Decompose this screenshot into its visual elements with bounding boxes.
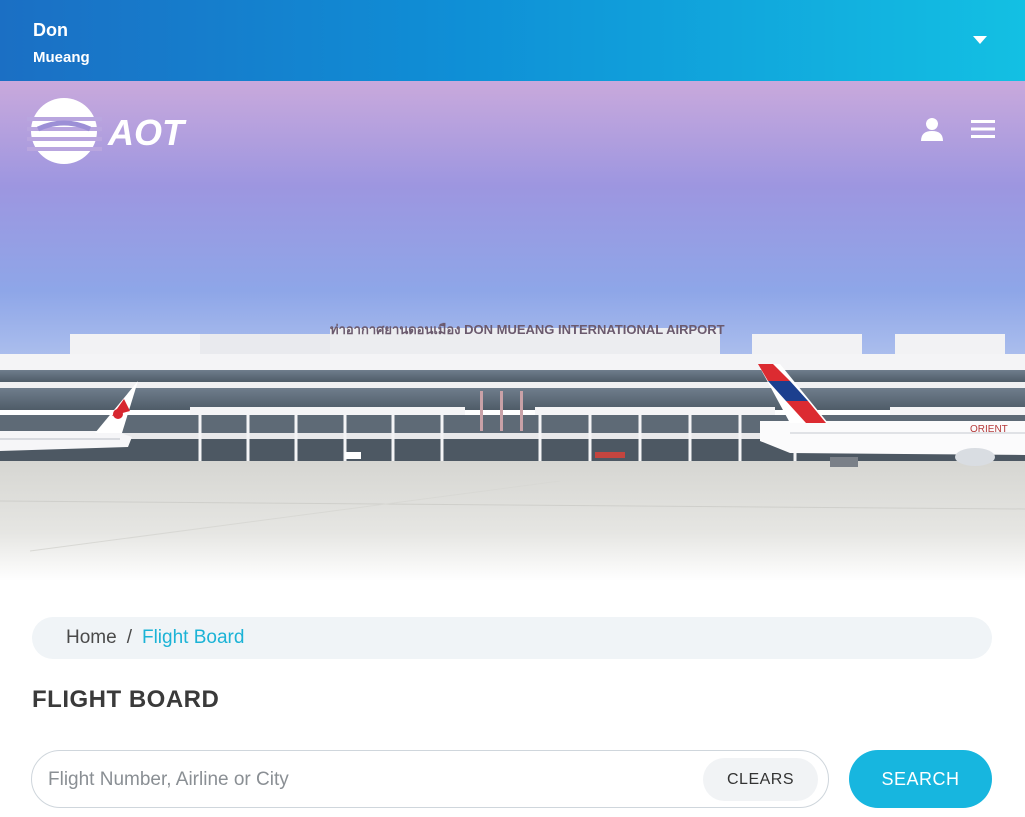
- terminal-sign-text: ท่าอากาศยานดอนเมือง DON MUEANG INTERNATI…: [330, 322, 725, 337]
- aot-logo[interactable]: AOT: [22, 95, 212, 167]
- breadcrumb-separator: /: [126, 627, 132, 648]
- aircraft-livery-text: ORIENT: [970, 424, 1008, 435]
- aot-logo-mark: AOT: [27, 98, 187, 164]
- page-title: FLIGHT BOARD: [32, 686, 220, 713]
- breadcrumb-current: Flight Board: [141, 627, 245, 648]
- hamburger-menu-icon[interactable]: [971, 119, 995, 139]
- chevron-down-icon[interactable]: [973, 36, 987, 44]
- airport-name-line2: Mueang: [33, 49, 90, 66]
- flight-search-input[interactable]: [48, 763, 698, 797]
- airport-name-line1: Don: [33, 20, 68, 40]
- user-icon[interactable]: [919, 116, 945, 142]
- aot-logo-text: AOT: [107, 112, 187, 153]
- search-button[interactable]: SEARCH: [849, 750, 992, 808]
- flight-search-box: CLEARS: [31, 750, 829, 808]
- clears-button[interactable]: CLEARS: [703, 758, 818, 801]
- airport-selector[interactable]: Don Mueang: [0, 0, 1025, 81]
- breadcrumb-home-link[interactable]: Home: [66, 627, 117, 648]
- breadcrumb: Home / Flight Board: [32, 617, 992, 659]
